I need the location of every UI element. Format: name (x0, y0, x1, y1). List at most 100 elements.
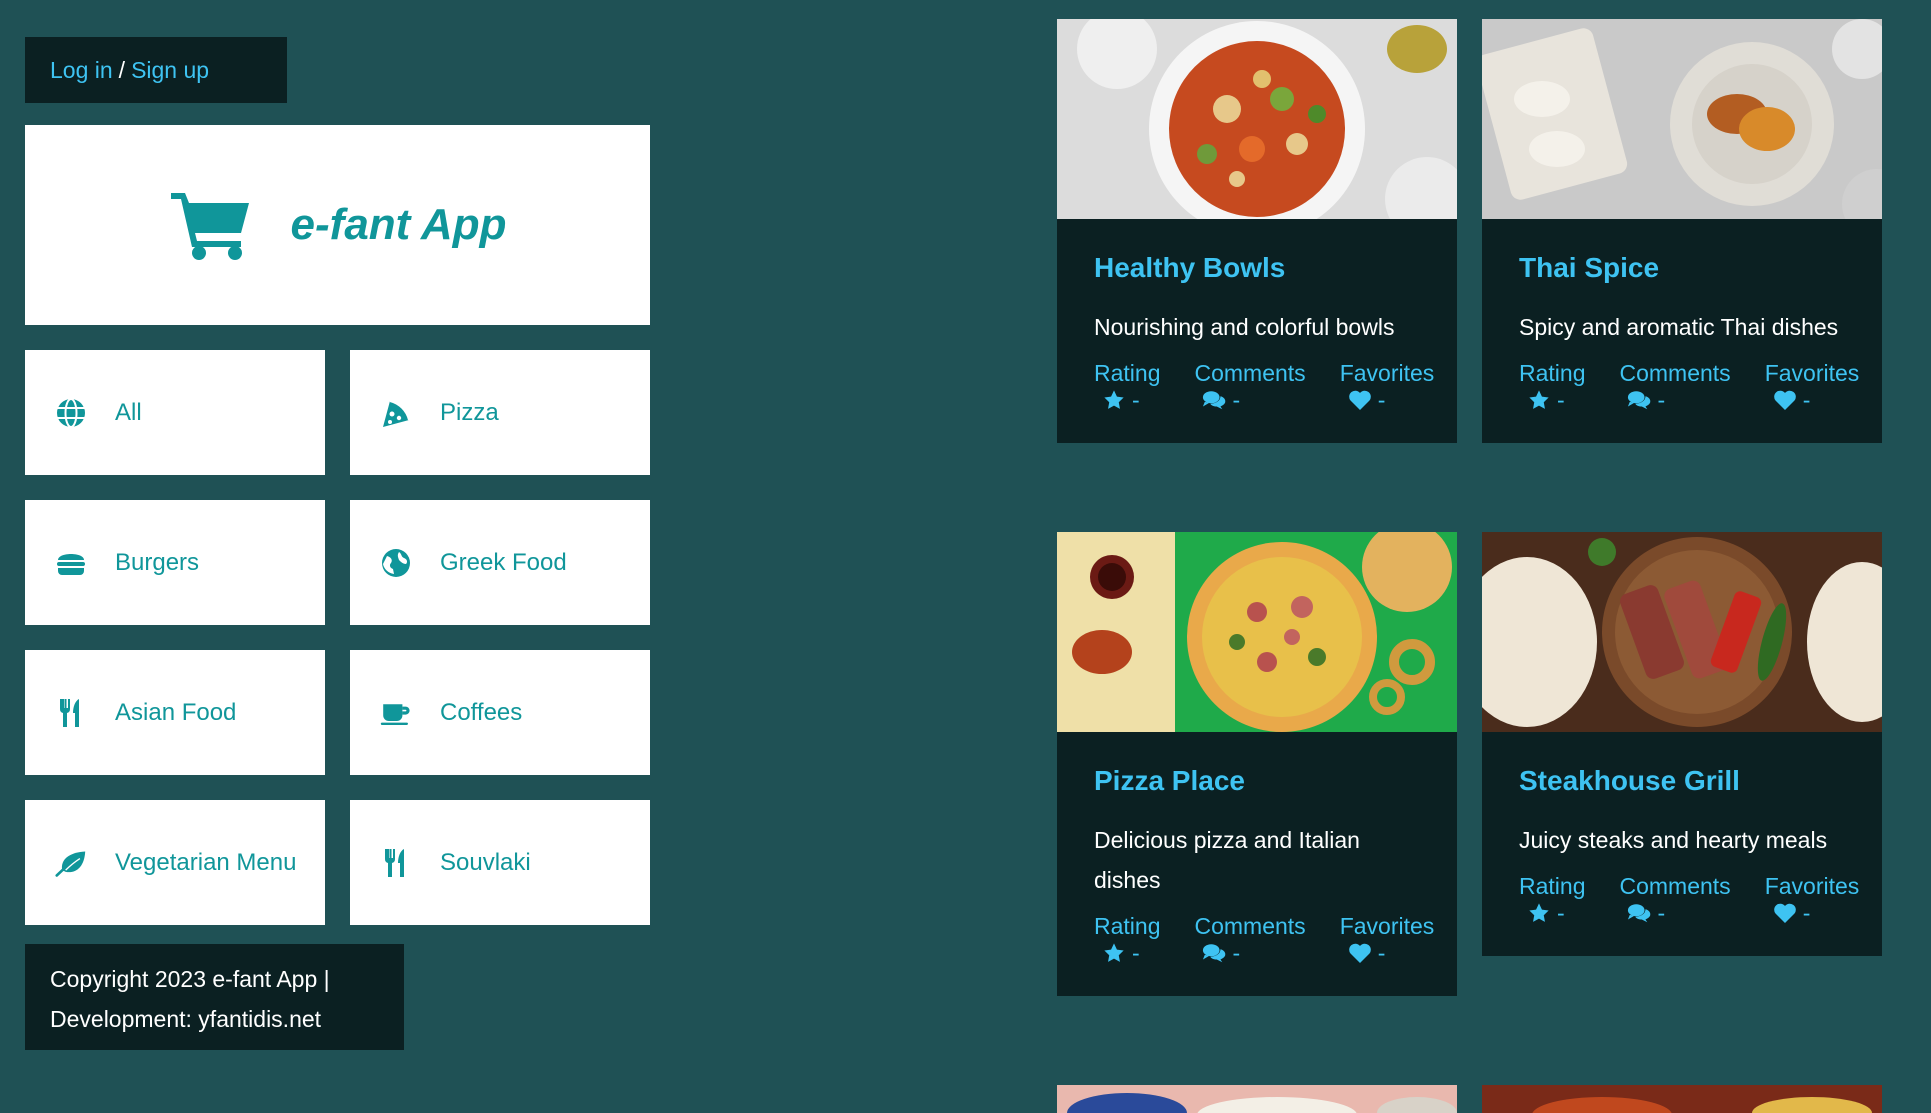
restaurant-image-partial (1057, 1085, 1457, 1113)
heart-icon[interactable] (1773, 389, 1797, 411)
signup-link[interactable]: Sign up (131, 57, 209, 84)
category-label: Burgers (115, 548, 200, 576)
category-label: Pizza (440, 398, 499, 426)
favorites-stat: Favorites - (1765, 872, 1860, 926)
restaurant-image-partial (1482, 1085, 1882, 1113)
restaurant-image (1482, 532, 1882, 732)
category-coffees[interactable]: Coffees (350, 650, 650, 775)
comments-label: Comments (1619, 873, 1731, 899)
brand-name: e-fant App (290, 200, 507, 249)
comments-label: Comments (1619, 360, 1731, 386)
restaurant-description: Spicy and aromatic Thai dishes (1519, 314, 1839, 340)
comments-value: - (1232, 940, 1241, 966)
favorites-value: - (1377, 940, 1386, 966)
login-link[interactable]: Log in (50, 57, 113, 84)
category-greek-food[interactable]: Greek Food (350, 500, 650, 625)
favorites-stat: Favorites - (1765, 359, 1860, 413)
category-label: Souvlaki (440, 848, 531, 876)
favorites-label: Favorites (1764, 360, 1860, 386)
category-burgers[interactable]: Burgers (25, 500, 325, 625)
restaurant-name[interactable]: Steakhouse Grill (1519, 764, 1845, 798)
restaurant-card[interactable]: Pizza Place Delicious pizza and Italian … (1057, 532, 1457, 996)
rating-value: - (1557, 900, 1565, 926)
favorites-label: Favorites (1339, 360, 1435, 386)
restaurant-stats: Rating - Comments - Favorites - (1094, 359, 1434, 413)
comments-stat: Comments - (1194, 912, 1305, 966)
star-icon (1527, 389, 1551, 411)
category-label: Greek Food (440, 548, 567, 576)
utensils-icon (384, 848, 404, 877)
category-vegetarian-menu[interactable]: Vegetarian Menu (25, 800, 325, 925)
restaurant-card[interactable]: Thai Spice Spicy and aromatic Thai dishe… (1482, 19, 1882, 443)
shopping-cart-icon (170, 193, 249, 260)
comments-icon (1202, 389, 1226, 411)
category-label: Coffees (440, 698, 523, 726)
rating-label: Rating (1094, 360, 1161, 386)
leaf-icon (55, 850, 86, 877)
restaurant-name[interactable]: Thai Spice (1519, 251, 1845, 285)
restaurant-image (1482, 19, 1882, 219)
restaurant-name[interactable]: Pizza Place (1094, 764, 1420, 798)
favorites-stat: Favorites - (1340, 912, 1435, 966)
restaurant-image (1057, 532, 1457, 732)
favorites-stat: Favorites - (1340, 359, 1435, 413)
restaurant-card[interactable]: Healthy Bowls Nourishing and colorful bo… (1057, 19, 1457, 443)
comments-value: - (1657, 387, 1666, 413)
restaurant-description: Nourishing and colorful bowls (1094, 314, 1395, 340)
rating-stat: Rating - (1519, 872, 1585, 926)
restaurant-name[interactable]: Healthy Bowls (1094, 251, 1420, 285)
restaurant-stats: Rating - Comments - Favorites - (1094, 912, 1434, 966)
restaurant-description: Delicious pizza and Italian dishes (1094, 827, 1360, 893)
burger-icon (57, 553, 85, 575)
comments-stat: Comments - (1194, 359, 1305, 413)
comments-value: - (1657, 900, 1666, 926)
star-icon (1102, 389, 1126, 411)
rating-stat: Rating - (1094, 359, 1160, 413)
comments-label: Comments (1194, 360, 1306, 386)
favorites-label: Favorites (1764, 873, 1860, 899)
heart-icon[interactable] (1348, 942, 1372, 964)
comments-label: Comments (1194, 913, 1306, 939)
category-asian-food[interactable]: Asian Food (25, 650, 325, 775)
restaurant-card[interactable]: Steakhouse Grill Juicy steaks and hearty… (1482, 532, 1882, 956)
favorites-label: Favorites (1339, 913, 1435, 939)
comments-icon (1627, 902, 1651, 924)
category-label: Asian Food (115, 698, 237, 726)
brand-logo[interactable]: e-fant App (25, 125, 650, 325)
footer-development: Development: yfantidis.net (50, 1006, 322, 1032)
favorites-value: - (1802, 387, 1811, 413)
rating-value: - (1132, 940, 1140, 966)
favorites-value: - (1802, 900, 1811, 926)
rating-stat: Rating - (1094, 912, 1160, 966)
rating-value: - (1557, 387, 1565, 413)
category-all[interactable]: All (25, 350, 325, 475)
pizza-slice-icon (383, 399, 410, 427)
utensils-icon (59, 698, 79, 727)
coffee-cup-icon (380, 703, 410, 725)
comments-stat: Comments - (1619, 359, 1730, 413)
rating-value: - (1132, 387, 1140, 413)
rating-stat: Rating - (1519, 359, 1585, 413)
footer-copyright: Copyright 2023 e-fant App | (50, 966, 330, 992)
heart-icon[interactable] (1348, 389, 1372, 411)
restaurant-image (1057, 19, 1457, 219)
comments-value: - (1232, 387, 1241, 413)
star-icon (1102, 942, 1126, 964)
restaurant-stats: Rating - Comments - Favorites - (1519, 359, 1859, 413)
restaurant-description: Juicy steaks and hearty meals (1519, 827, 1828, 853)
restaurant-stats: Rating - Comments - Favorites - (1519, 872, 1859, 926)
comments-icon (1627, 389, 1651, 411)
category-pizza[interactable]: Pizza (350, 350, 650, 475)
comments-stat: Comments - (1619, 872, 1730, 926)
category-souvlaki[interactable]: Souvlaki (350, 800, 650, 925)
comments-icon (1202, 942, 1226, 964)
heart-icon[interactable] (1773, 902, 1797, 924)
earth-globe-icon (382, 548, 410, 577)
rating-label: Rating (1519, 360, 1586, 386)
footer: Copyright 2023 e-fant App | Development:… (25, 944, 404, 1050)
star-icon (1527, 902, 1551, 924)
rating-label: Rating (1094, 913, 1161, 939)
globe-icon (57, 397, 85, 428)
favorites-value: - (1377, 387, 1386, 413)
rating-label: Rating (1519, 873, 1586, 899)
